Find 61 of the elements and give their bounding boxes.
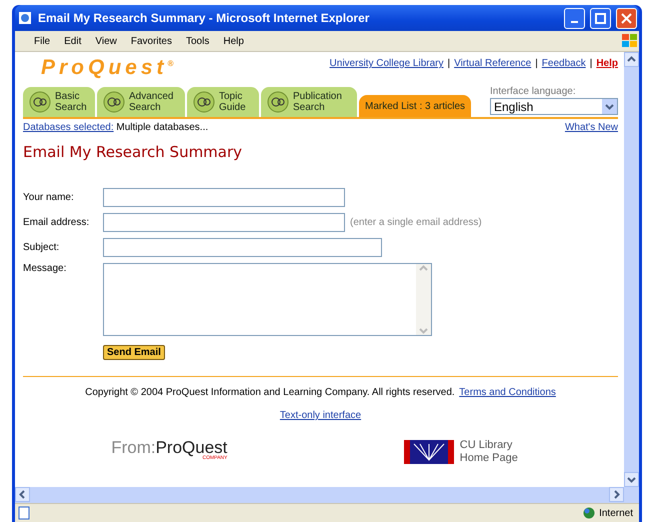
chevron-down-icon	[419, 326, 428, 335]
maximize-button[interactable]	[590, 8, 611, 28]
separator: |	[447, 58, 450, 69]
input-field[interactable]	[103, 213, 345, 232]
databases-value: Multiple databases...	[116, 122, 208, 133]
search-tab[interactable]: Advanced Search	[97, 87, 185, 117]
field-label: Subject:	[23, 242, 60, 253]
window-title: Email My Research Summary - Microsoft Internet Explorer	[38, 11, 370, 25]
search-tab[interactable]: Basic Search	[23, 87, 95, 117]
copyright-text: Copyright © 2004 ProQuest Information and Learning Company. All rights reserved.	[85, 387, 455, 398]
library-home-link[interactable]: CU Library Home Page	[460, 439, 530, 465]
terms-link[interactable]: Terms and Conditions	[459, 387, 556, 398]
proquest-logo: ProQuest$^{®}$	[40, 56, 174, 79]
header-link[interactable]: University College Library	[330, 58, 444, 69]
menu-item[interactable]: Edit	[57, 36, 88, 46]
menu-item[interactable]: View	[88, 36, 124, 46]
field-label: Your name:	[23, 192, 75, 203]
globe-icon	[583, 507, 596, 519]
minimize-icon	[571, 21, 578, 23]
maximize-icon	[595, 12, 606, 24]
marked-list-tab[interactable]: Marked List : 3 articles	[359, 95, 472, 117]
header-link[interactable]: Feedback	[542, 58, 586, 69]
chevron-up-icon	[419, 264, 428, 273]
menu-item[interactable]: Tools	[178, 36, 216, 46]
field-hint: (enter a single email address)	[350, 217, 482, 228]
menu-item[interactable]: Favorites	[124, 36, 179, 46]
message-field[interactable]	[103, 263, 432, 336]
field-label: Email address:	[23, 217, 90, 228]
chevron-right-icon	[612, 490, 621, 499]
text-only-link[interactable]: Text-only interface	[280, 410, 362, 421]
browser-icon	[17, 10, 33, 26]
language-label: Interface language:	[490, 86, 577, 97]
menu-item[interactable]: File	[27, 36, 58, 46]
minimize-button[interactable]	[564, 8, 585, 28]
glasses-icon	[29, 91, 51, 113]
chevron-down-icon	[627, 475, 636, 484]
close-icon	[621, 12, 632, 24]
windows-flag-icon	[621, 33, 639, 49]
separator: |	[535, 58, 538, 69]
field-label: Message:	[23, 263, 68, 274]
zone-text: Internet	[599, 508, 633, 518]
language-select[interactable]: English	[490, 98, 618, 115]
vertical-scrollbar[interactable]	[624, 52, 639, 487]
databases-link[interactable]: Databases selected:	[23, 122, 114, 133]
horizontal-scrollbar[interactable]	[15, 487, 639, 503]
menu-item[interactable]: Help	[216, 36, 251, 46]
search-tab[interactable]: Topic Guide	[187, 87, 259, 117]
close-button[interactable]	[616, 8, 637, 28]
search-tab[interactable]: Publication Search	[261, 87, 357, 117]
page-heading: Email My Research Summary	[23, 143, 244, 161]
chevron-left-icon	[18, 490, 27, 499]
input-field[interactable]	[103, 238, 382, 257]
separator: |	[590, 58, 592, 69]
whats-new-link[interactable]: What's New	[564, 122, 618, 133]
send-email-button[interactable]: Send Email	[103, 345, 165, 360]
page-icon	[17, 506, 31, 520]
header-link[interactable]: Virtual Reference	[454, 58, 532, 69]
chevron-up-icon	[627, 55, 636, 64]
input-field[interactable]	[103, 188, 345, 207]
library-logo-icon	[404, 440, 454, 464]
header-link[interactable]: Help	[596, 58, 618, 69]
